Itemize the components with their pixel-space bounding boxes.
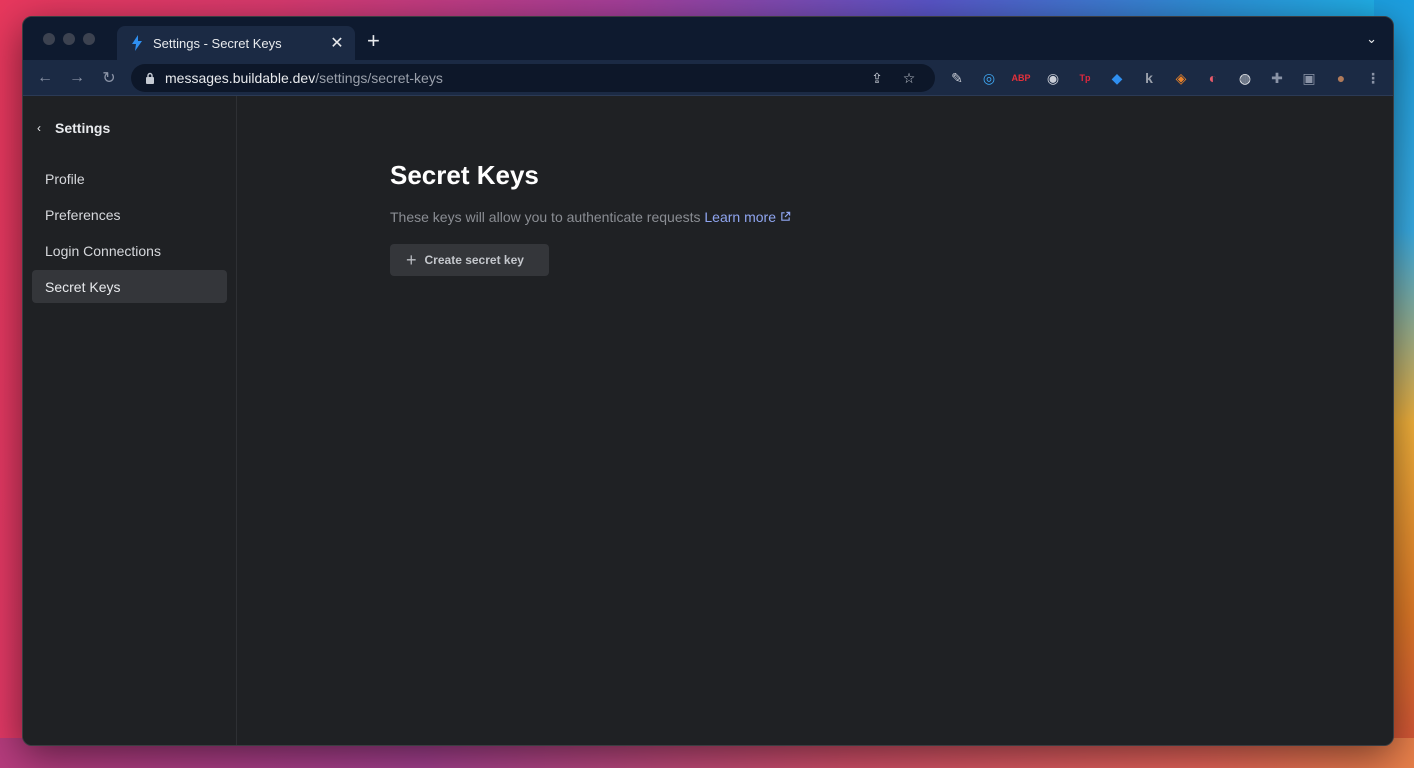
tab-title: Settings - Secret Keys: [153, 35, 282, 51]
window-controls: [43, 33, 95, 45]
kebab-menu-icon[interactable]: ⋮: [1361, 66, 1385, 90]
tab-strip: Settings - Secret Keys ✕ + ⌄: [23, 17, 1393, 60]
bookmark-star-icon[interactable]: ☆: [893, 70, 925, 87]
extensions-bar: ✎ ◎ ABP ◉ Tp ◆ k ◈ ◐ ◍ ✚ ▣ ● ⋮: [945, 66, 1385, 90]
create-secret-key-button[interactable]: + Create secret key: [390, 244, 549, 276]
description-text: These keys will allow you to authenticat…: [390, 209, 701, 225]
pen-extension-icon[interactable]: ✎: [945, 66, 969, 90]
forward-arrow-icon[interactable]: →: [61, 69, 93, 87]
chevron-left-icon: ‹: [37, 121, 41, 135]
puzzle-extensions-icon[interactable]: ✚: [1265, 66, 1289, 90]
tab-close-icon[interactable]: ✕: [329, 33, 345, 53]
url-host: messages.buildable.dev: [165, 70, 316, 86]
reload-icon[interactable]: ↻: [93, 68, 125, 88]
page-description: These keys will allow you to authenticat…: [390, 209, 791, 225]
address-bar[interactable]: messages.buildable.dev /settings/secret-…: [131, 64, 935, 92]
share-icon[interactable]: ⇪: [861, 70, 893, 87]
minimize-window-button[interactable]: [63, 33, 75, 45]
sidebar-item-secret-keys[interactable]: Secret Keys: [32, 270, 227, 303]
lock-icon: [146, 72, 154, 84]
lock-extension-icon[interactable]: ◍: [1233, 66, 1257, 90]
settings-nav: Profile Preferences Login Connections Se…: [23, 162, 236, 303]
sidebar-item-profile[interactable]: Profile: [32, 162, 227, 195]
k-extension-icon[interactable]: k: [1137, 66, 1161, 90]
plus-icon: +: [406, 250, 417, 270]
learn-more-link[interactable]: Learn more: [704, 209, 776, 225]
url-path: /settings/secret-keys: [315, 70, 443, 86]
browser-window: Settings - Secret Keys ✕ + ⌄ ← → ↻ messa…: [22, 16, 1394, 746]
main-content: Secret Keys These keys will allow you to…: [237, 96, 1393, 745]
sidebar-header: Settings: [55, 120, 111, 136]
tp-extension-icon[interactable]: Tp: [1073, 66, 1097, 90]
metamask-fox-icon[interactable]: ◈: [1169, 66, 1193, 90]
external-link-icon[interactable]: [780, 211, 791, 222]
new-tab-button[interactable]: +: [367, 30, 380, 52]
sidepanel-icon[interactable]: ▣: [1297, 66, 1321, 90]
tab-settings-secret-keys[interactable]: Settings - Secret Keys ✕: [117, 26, 355, 60]
shield-extension-icon[interactable]: ◐: [1201, 66, 1225, 90]
tab-search-chevron-icon[interactable]: ⌄: [1366, 31, 1377, 47]
maximize-window-button[interactable]: [83, 33, 95, 45]
sidebar-item-login-connections[interactable]: Login Connections: [32, 234, 227, 267]
close-window-button[interactable]: [43, 33, 55, 45]
adblock-plus-icon[interactable]: ABP: [1009, 66, 1033, 90]
back-to-settings-link[interactable]: ‹ Settings: [23, 116, 236, 140]
browser-toolbar: ← → ↻ messages.buildable.dev /settings/s…: [23, 60, 1393, 96]
back-arrow-icon[interactable]: ←: [29, 69, 61, 87]
settings-app: ‹ Settings Profile Preferences Login Con…: [23, 96, 1393, 745]
settings-sidebar: ‹ Settings Profile Preferences Login Con…: [23, 96, 237, 745]
drop-extension-icon[interactable]: ◆: [1105, 66, 1129, 90]
circle-extension-icon[interactable]: ◎: [977, 66, 1001, 90]
page-title: Secret Keys: [390, 160, 539, 190]
owl-extension-icon[interactable]: ◉: [1041, 66, 1065, 90]
sidebar-item-preferences[interactable]: Preferences: [32, 198, 227, 231]
create-secret-key-label: Create secret key: [424, 253, 524, 267]
profile-avatar-icon[interactable]: ●: [1329, 66, 1353, 90]
buildable-favicon-icon: [132, 35, 142, 51]
